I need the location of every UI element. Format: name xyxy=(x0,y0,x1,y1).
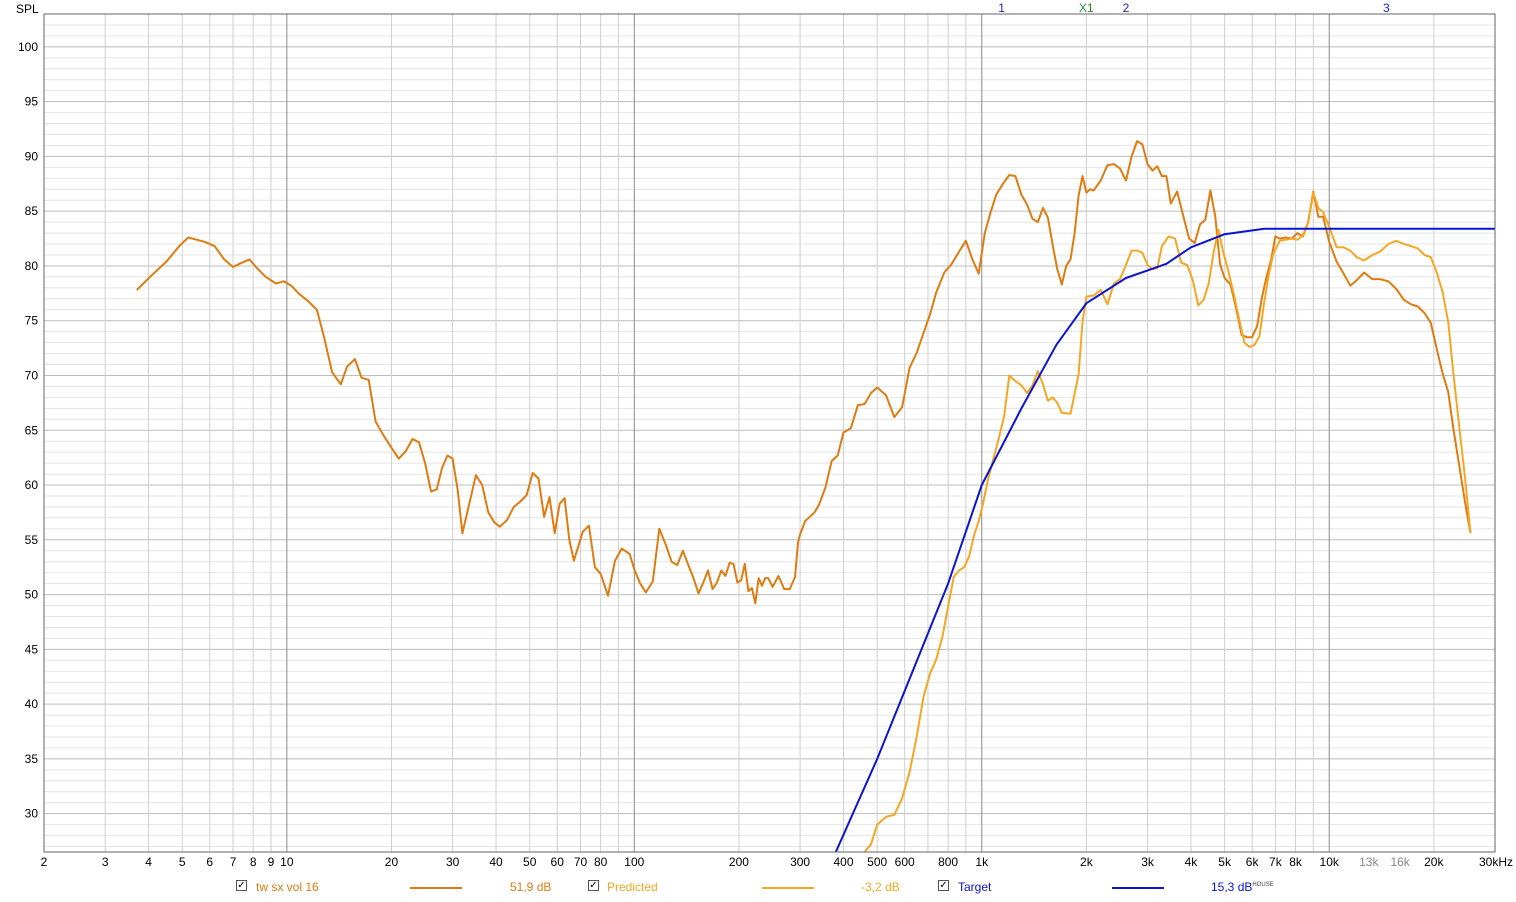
y-tick-label: 95 xyxy=(25,95,39,109)
y-axis-label: SPL xyxy=(16,2,39,16)
x-tick-label: 6 xyxy=(206,855,213,869)
x-tick-label: 3 xyxy=(102,855,109,869)
y-tick-label: 60 xyxy=(25,478,39,492)
x-tick-label: 600 xyxy=(895,855,915,869)
legend-checkbox-predicted[interactable]: ✓ xyxy=(588,880,599,891)
legend-label-tw: tw sx vol 16 xyxy=(256,880,319,894)
y-tick-label: 45 xyxy=(25,642,39,656)
grid-lines xyxy=(43,13,1496,852)
legend-swatch-tw xyxy=(410,887,462,889)
x-tick-label: 30 xyxy=(446,855,460,869)
x-tick-label: 400 xyxy=(833,855,853,869)
y-tick-label: 30 xyxy=(25,807,39,821)
marker-label[interactable]: 2 xyxy=(1123,1,1130,15)
series-line-predicted xyxy=(863,191,1472,852)
y-tick-label: 75 xyxy=(25,314,39,328)
frequency-response-chart: SPL 1 X1 2 3 303540455055606570758085909510… xyxy=(16,1,1513,869)
legend-checkbox-tw[interactable]: ✓ xyxy=(236,880,247,891)
legend-label-target: Target xyxy=(958,880,992,894)
x-tick-label: 60 xyxy=(551,855,565,869)
x-tick-label: 9 xyxy=(268,855,275,869)
x-tick-label: 10 xyxy=(280,855,294,869)
y-tick-label: 50 xyxy=(25,588,39,602)
y-tick-labels: 30 35 40 45 50 55 60 65 70 75 80 85 90 95 100 xyxy=(18,40,38,821)
x-tick-label: 2k xyxy=(1080,855,1094,869)
x-tick-label: 4 xyxy=(145,855,152,869)
marker-label[interactable]: 3 xyxy=(1383,1,1390,15)
legend: ✓ tw sx vol 16 51,9 dB ✓ Predicted -3,2 … xyxy=(0,873,1516,901)
y-tick-label: 65 xyxy=(25,423,39,437)
x-tick-label: 70 xyxy=(574,855,588,869)
x-tick-label: 2 xyxy=(41,855,48,869)
x-tick-label: 40 xyxy=(489,855,503,869)
y-tick-label: 90 xyxy=(25,149,39,163)
legend-checkbox-target[interactable]: ✓ xyxy=(938,880,949,891)
legend-value-target-suffix: HOUSE xyxy=(1252,882,1274,888)
x-tick-label: 10k xyxy=(1320,855,1340,869)
x-tick-label: 13k xyxy=(1359,855,1379,869)
x-tick-label: 20k xyxy=(1424,855,1444,869)
legend-value-predicted: -3,2 dB xyxy=(861,880,900,894)
legend-swatch-target xyxy=(1112,887,1164,889)
y-tick-label: 85 xyxy=(25,204,39,218)
y-tick-label: 70 xyxy=(25,368,39,382)
series-layer xyxy=(136,140,1495,852)
x-tick-label: 80 xyxy=(594,855,608,869)
marker-label[interactable]: X1 xyxy=(1079,1,1094,15)
legend-swatch-predicted xyxy=(762,887,814,889)
x-tick-label: 5k xyxy=(1218,855,1232,869)
x-tick-label: 7k xyxy=(1269,855,1283,869)
x-tick-label: 500 xyxy=(867,855,887,869)
marker-label[interactable]: 1 xyxy=(998,1,1005,15)
x-tick-label: 30kHz xyxy=(1479,855,1513,869)
x-tick-label: 1k xyxy=(975,855,989,869)
x-tick-labels: 2 3 4 5 6 7 8 9 10 20 30 40 50 60 70 80 100 200 300 400 500 6… xyxy=(41,855,1513,869)
x-tick-label: 50 xyxy=(523,855,537,869)
legend-value-target-text: 15,3 dB xyxy=(1211,880,1253,894)
x-tick-label: 3k xyxy=(1141,855,1155,869)
legend-value-tw: 51,9 dB xyxy=(510,880,552,894)
x-tick-label: 8 xyxy=(250,855,257,869)
y-tick-label: 100 xyxy=(18,40,38,54)
x-tick-label: 100 xyxy=(624,855,644,869)
y-tick-label: 35 xyxy=(25,752,39,766)
marker-labels: 1 X1 2 3 xyxy=(998,1,1390,15)
y-tick-label: 40 xyxy=(25,697,39,711)
y-tick-label: 80 xyxy=(25,259,39,273)
x-tick-label: 16k xyxy=(1390,855,1410,869)
series-line-tw-sx-vol-16 xyxy=(136,140,1472,605)
x-tick-label: 6k xyxy=(1246,855,1260,869)
legend-value-target: 15,3 dBHOUSE xyxy=(1211,880,1274,894)
x-tick-label: 20 xyxy=(385,855,399,869)
x-tick-label: 200 xyxy=(729,855,749,869)
x-tick-label: 4k xyxy=(1185,855,1199,869)
x-tick-label: 7 xyxy=(230,855,237,869)
x-tick-label: 800 xyxy=(938,855,958,869)
x-tick-label: 5 xyxy=(179,855,186,869)
x-tick-label: 8k xyxy=(1289,855,1303,869)
legend-label-predicted: Predicted xyxy=(607,880,658,894)
x-tick-label: 300 xyxy=(790,855,810,869)
y-tick-label: 55 xyxy=(25,533,39,547)
